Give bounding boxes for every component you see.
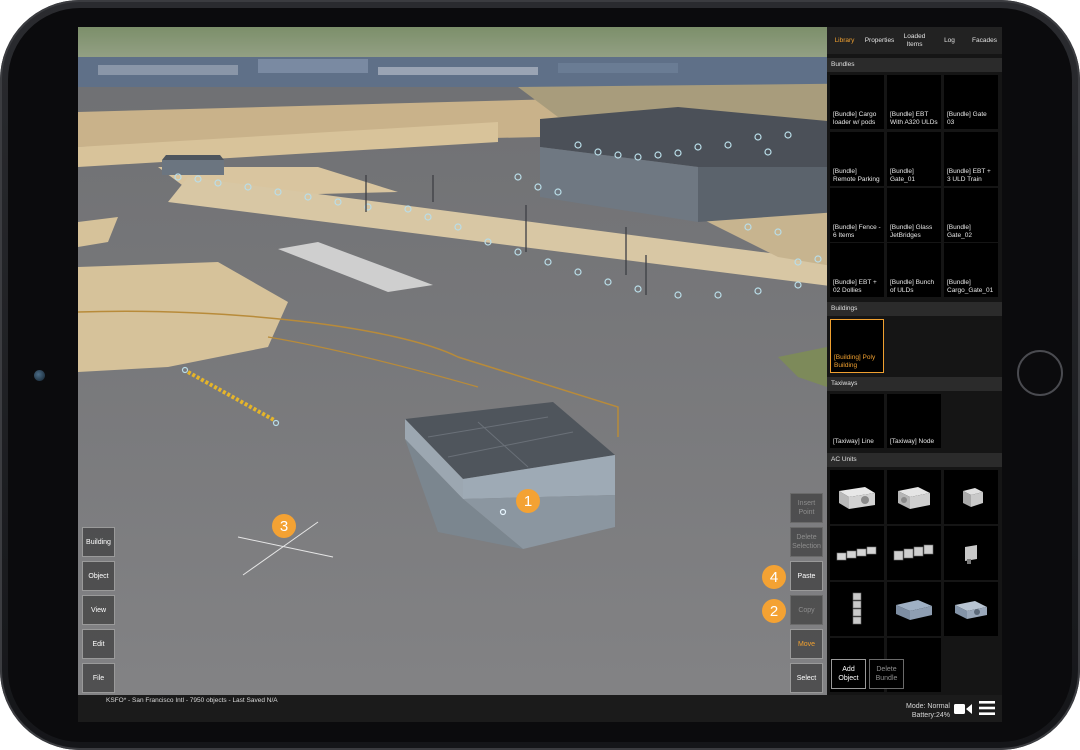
home-button (1017, 350, 1063, 396)
tab-log[interactable]: Log (932, 27, 967, 54)
section-buildings: Buildings (827, 302, 1002, 316)
bundle-tile[interactable]: [Bundle] Glass JetBridges (887, 188, 941, 242)
bundle-tile[interactable]: [Bundle] Gate_02 (944, 188, 998, 242)
callout-badge-1: 1 (516, 489, 540, 513)
ac-unit-icon (836, 546, 877, 561)
callout-badge-4: 4 (762, 565, 786, 589)
view-button[interactable]: View (82, 595, 115, 625)
ac-unit-tile[interactable] (944, 526, 998, 580)
ac-unit-icon (852, 592, 862, 625)
edit-button[interactable]: Edit (82, 629, 115, 659)
status-bar: KSFO* - San Francisco Intl - 7950 object… (78, 695, 1002, 722)
ac-unit-icon (839, 487, 875, 509)
video-camera-icon[interactable] (954, 703, 972, 715)
ac-unit-icon (963, 488, 983, 507)
insert-point-button[interactable]: Insert Point (790, 493, 823, 523)
ac-unit-tile[interactable] (887, 470, 941, 524)
callout-badge-2: 2 (762, 599, 786, 623)
tablet-frame: 1 3 4 2 Building Object View Edit File I… (0, 0, 1080, 750)
ac-unit-icon (898, 487, 930, 509)
ac-unit-icon (893, 544, 934, 561)
callout-badge-3: 3 (272, 514, 296, 538)
bundle-tile[interactable]: [Bundle] Bunch of ULDs (887, 243, 941, 297)
delete-selection-button[interactable]: Delete Selection (790, 527, 823, 557)
bundle-tile[interactable]: [Bundle] Remote Parking (830, 132, 884, 186)
taxiway-tile[interactable]: [Taxiway] Line (830, 394, 884, 448)
bundle-tile[interactable]: [Bundle] EBT + 02 Dollies (830, 243, 884, 297)
mode-battery: Mode: Normal Battery:24% (878, 702, 950, 720)
bundle-tile[interactable]: [Bundle] Cargo loader w/ pods (830, 75, 884, 129)
ac-unit-tile[interactable] (830, 526, 884, 580)
ac-unit-icon (955, 601, 987, 619)
battery-label: Battery:24% (911, 712, 950, 719)
move-button[interactable]: Move (790, 629, 823, 659)
ac-unit-tile[interactable] (944, 470, 998, 524)
bundle-tile[interactable]: [Bundle] EBT + 3 ULD Train (944, 132, 998, 186)
bundle-tile[interactable]: [Bundle] EBT With A320 ULDs (887, 75, 941, 129)
tab-facades[interactable]: Facades (967, 27, 1002, 54)
bundle-tile[interactable]: [Bundle] Fence - 6 Items (830, 188, 884, 242)
front-camera (34, 370, 45, 381)
select-button[interactable]: Select (790, 663, 823, 693)
object-button[interactable]: Object (82, 561, 115, 591)
status-info: KSFO* - San Francisco Intl - 7950 object… (106, 697, 278, 704)
tab-properties[interactable]: Properties (862, 27, 897, 54)
bundle-tile[interactable]: [Bundle] Gate_01 (887, 132, 941, 186)
add-object-button[interactable]: Add Object (831, 659, 866, 689)
section-ac-units: AC Units (827, 453, 1002, 467)
ac-unit-icon (965, 545, 977, 564)
tab-loaded-items[interactable]: Loaded Items (897, 27, 932, 54)
library-panel: Library Properties Loaded Items Log Faca… (827, 27, 1002, 695)
ac-unit-tile[interactable] (830, 582, 884, 636)
ac-unit-tile[interactable] (887, 582, 941, 636)
bundle-tile[interactable]: [Bundle] Cargo_Gate_01 (944, 243, 998, 297)
section-bundles: Bundles (827, 58, 1002, 72)
copy-button[interactable]: Copy (790, 595, 823, 625)
mode-label: Mode: Normal (906, 703, 950, 710)
taxiway-tile[interactable]: [Taxiway] Node (887, 394, 941, 448)
ac-unit-tile[interactable] (944, 582, 998, 636)
ac-unit-icon (896, 600, 932, 620)
ac-unit-tile[interactable] (887, 526, 941, 580)
file-button[interactable]: File (82, 663, 115, 693)
delete-bundle-button[interactable]: Delete Bundle (869, 659, 904, 689)
panel-tabs: Library Properties Loaded Items Log Faca… (827, 27, 1002, 54)
building-button[interactable]: Building (82, 527, 115, 557)
ac-unit-tile[interactable] (830, 470, 884, 524)
paste-button[interactable]: Paste (790, 561, 823, 591)
screen: 1 3 4 2 Building Object View Edit File I… (78, 27, 1002, 722)
hamburger-menu-icon[interactable] (979, 701, 995, 715)
section-taxiways: Taxiways (827, 377, 1002, 391)
bundle-tile[interactable]: [Bundle] Gate 03 (944, 75, 998, 129)
building-tile-selected[interactable]: [Building] Poly Building (830, 319, 884, 373)
tab-library[interactable]: Library (827, 27, 862, 54)
